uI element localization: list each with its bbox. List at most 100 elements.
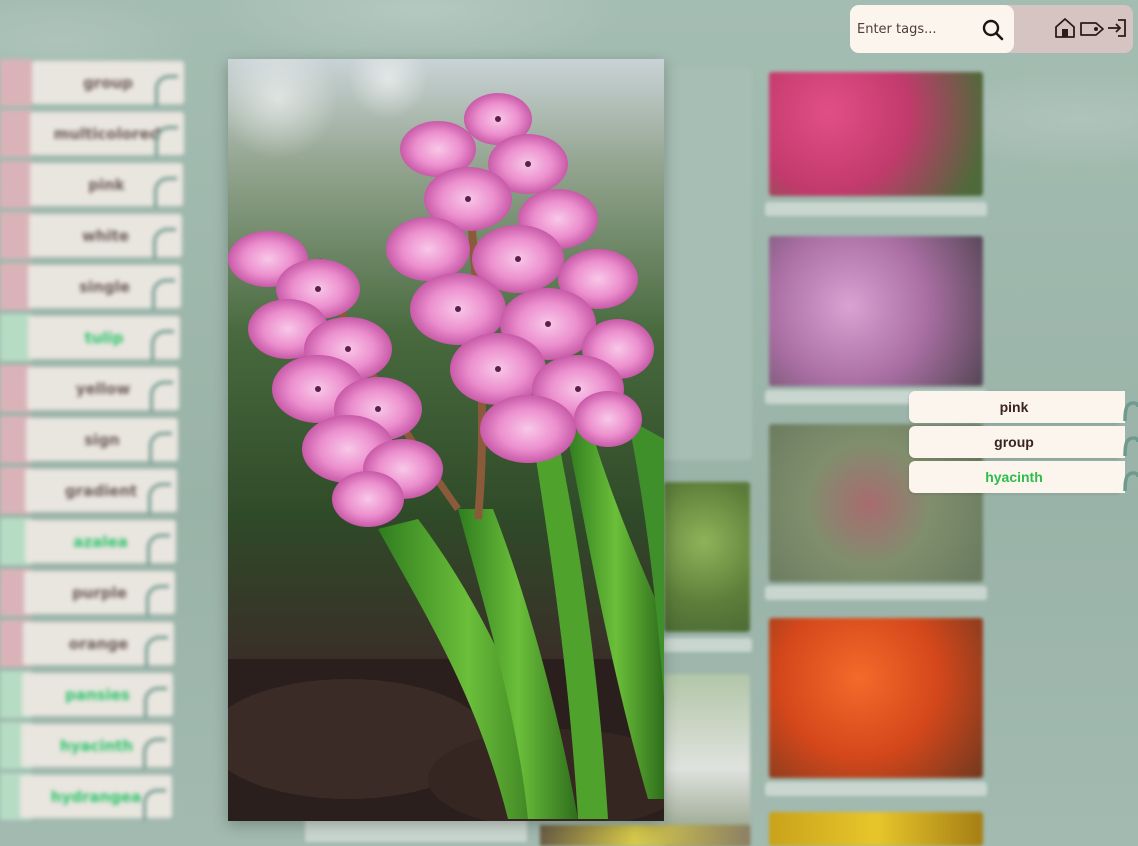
tag-hook-icon [148, 483, 171, 514]
tag-label: pansies [65, 685, 130, 704]
tag-row[interactable]: orange [0, 619, 190, 670]
image-card[interactable] [660, 68, 752, 460]
tag-hook-icon [153, 228, 176, 259]
tag-color-strip [0, 212, 32, 259]
tag-row[interactable]: single [0, 262, 190, 313]
tag-label: tulip [84, 328, 124, 347]
tag-pill[interactable]: orange [23, 622, 174, 667]
tag-row[interactable]: group [0, 58, 190, 109]
tag-pill[interactable]: multicolored [30, 112, 184, 157]
tag-row[interactable]: multicolored [0, 109, 190, 160]
tag-pill[interactable]: white [29, 214, 182, 259]
thumbnail-image [769, 236, 983, 386]
tag-label: white [81, 226, 130, 245]
tag-hook-icon [150, 381, 173, 412]
thumbnail-image [664, 482, 750, 632]
login-icon[interactable] [1105, 16, 1129, 40]
tag-label: group [83, 73, 133, 92]
tag-hook-icon [146, 585, 169, 616]
tag-pill[interactable]: group [32, 61, 184, 106]
image-card[interactable] [540, 825, 750, 846]
image-card[interactable] [765, 808, 987, 846]
tag-hook-icon [149, 432, 172, 463]
tag-icon[interactable] [1078, 17, 1106, 41]
tag-label: single [79, 277, 130, 296]
tag-pill[interactable]: azalea [25, 520, 176, 565]
tag-label: hydrangea [50, 787, 142, 806]
tag-pill[interactable]: pink [30, 163, 183, 208]
tag-hook-icon [151, 330, 174, 361]
card-footer [765, 586, 987, 600]
tag-row[interactable]: pansies [0, 670, 190, 721]
top-bar [850, 5, 1133, 53]
tag-pill[interactable]: tulip [28, 316, 180, 361]
tag-label: orange [68, 634, 129, 653]
selected-tag-label: hyacinth [985, 469, 1043, 485]
image-card[interactable] [660, 670, 752, 846]
tag-label: purple [72, 583, 127, 602]
tag-hook-icon [144, 687, 167, 718]
tag-label: gradient [64, 481, 138, 500]
search-box [850, 5, 1014, 53]
selected-tag-label: pink [999, 399, 1029, 415]
card-footer [765, 202, 987, 216]
tag-row[interactable]: purple [0, 568, 190, 619]
tag-color-strip [0, 161, 32, 208]
search-icon[interactable] [980, 17, 1006, 43]
tag-row[interactable]: pink [0, 160, 190, 211]
thumbnail-image [769, 812, 983, 846]
home-icon[interactable] [1053, 16, 1077, 40]
search-input[interactable] [855, 20, 979, 38]
tag-hook-icon [145, 636, 168, 667]
tag-hook-icon [147, 534, 170, 565]
card-footer [765, 782, 987, 796]
tag-row[interactable]: hyacinth [0, 721, 190, 772]
tag-pill[interactable]: gradient [25, 469, 177, 514]
tag-label: azalea [73, 532, 128, 551]
tag-hook-icon [143, 738, 166, 769]
tag-pill[interactable]: sign [26, 418, 178, 463]
card-footer [662, 638, 752, 652]
tag-hook-icon[interactable] [1119, 391, 1138, 423]
tag-label: sign [84, 430, 120, 449]
tag-hook-icon [154, 177, 177, 208]
tag-label: hyacinth [59, 736, 134, 755]
selected-tag-group[interactable]: group [909, 426, 1119, 458]
image-card[interactable] [765, 232, 987, 404]
tag-pill[interactable]: pansies [22, 673, 173, 718]
tag-pill[interactable]: purple [24, 571, 175, 616]
tag-pill[interactable]: hydrangea [20, 775, 172, 820]
tag-label: pink [88, 175, 125, 194]
tag-row[interactable]: tulip [0, 313, 190, 364]
tag-row[interactable]: gradient [0, 466, 190, 517]
selected-tag-hyacinth[interactable]: hyacinth [909, 461, 1119, 493]
tag-row[interactable]: hydrangea [0, 772, 190, 823]
tag-hook-icon [155, 75, 178, 106]
tag-hook-icon[interactable] [1119, 461, 1138, 493]
tag-hook-icon [155, 126, 178, 157]
tag-pill[interactable]: single [28, 265, 181, 310]
tag-row[interactable]: sign [0, 415, 190, 466]
tag-pill[interactable]: yellow [27, 367, 179, 412]
tag-sidebar: group multicolored pink white single tul… [0, 58, 190, 823]
image-card[interactable] [305, 818, 527, 842]
tag-pill[interactable]: hyacinth [21, 724, 172, 769]
selected-tag-label: group [994, 434, 1034, 450]
tag-hook-icon[interactable] [1119, 426, 1138, 458]
tag-hook-icon [152, 279, 175, 310]
tag-row[interactable]: yellow [0, 364, 190, 415]
image-card[interactable] [765, 614, 987, 796]
tag-label: yellow [75, 379, 131, 398]
selected-tag-pink[interactable]: pink [909, 391, 1119, 423]
tag-hook-icon [143, 789, 166, 820]
tag-color-strip [0, 110, 32, 157]
tag-row[interactable]: azalea [0, 517, 190, 568]
tag-label: multicolored [53, 124, 161, 143]
image-card[interactable] [765, 68, 987, 218]
selected-photo[interactable] [228, 59, 664, 821]
image-card[interactable] [660, 478, 752, 654]
thumbnail-image [769, 618, 983, 778]
thumbnail-image [769, 72, 983, 196]
hyacinth-photo [228, 59, 664, 821]
tag-row[interactable]: white [0, 211, 190, 262]
